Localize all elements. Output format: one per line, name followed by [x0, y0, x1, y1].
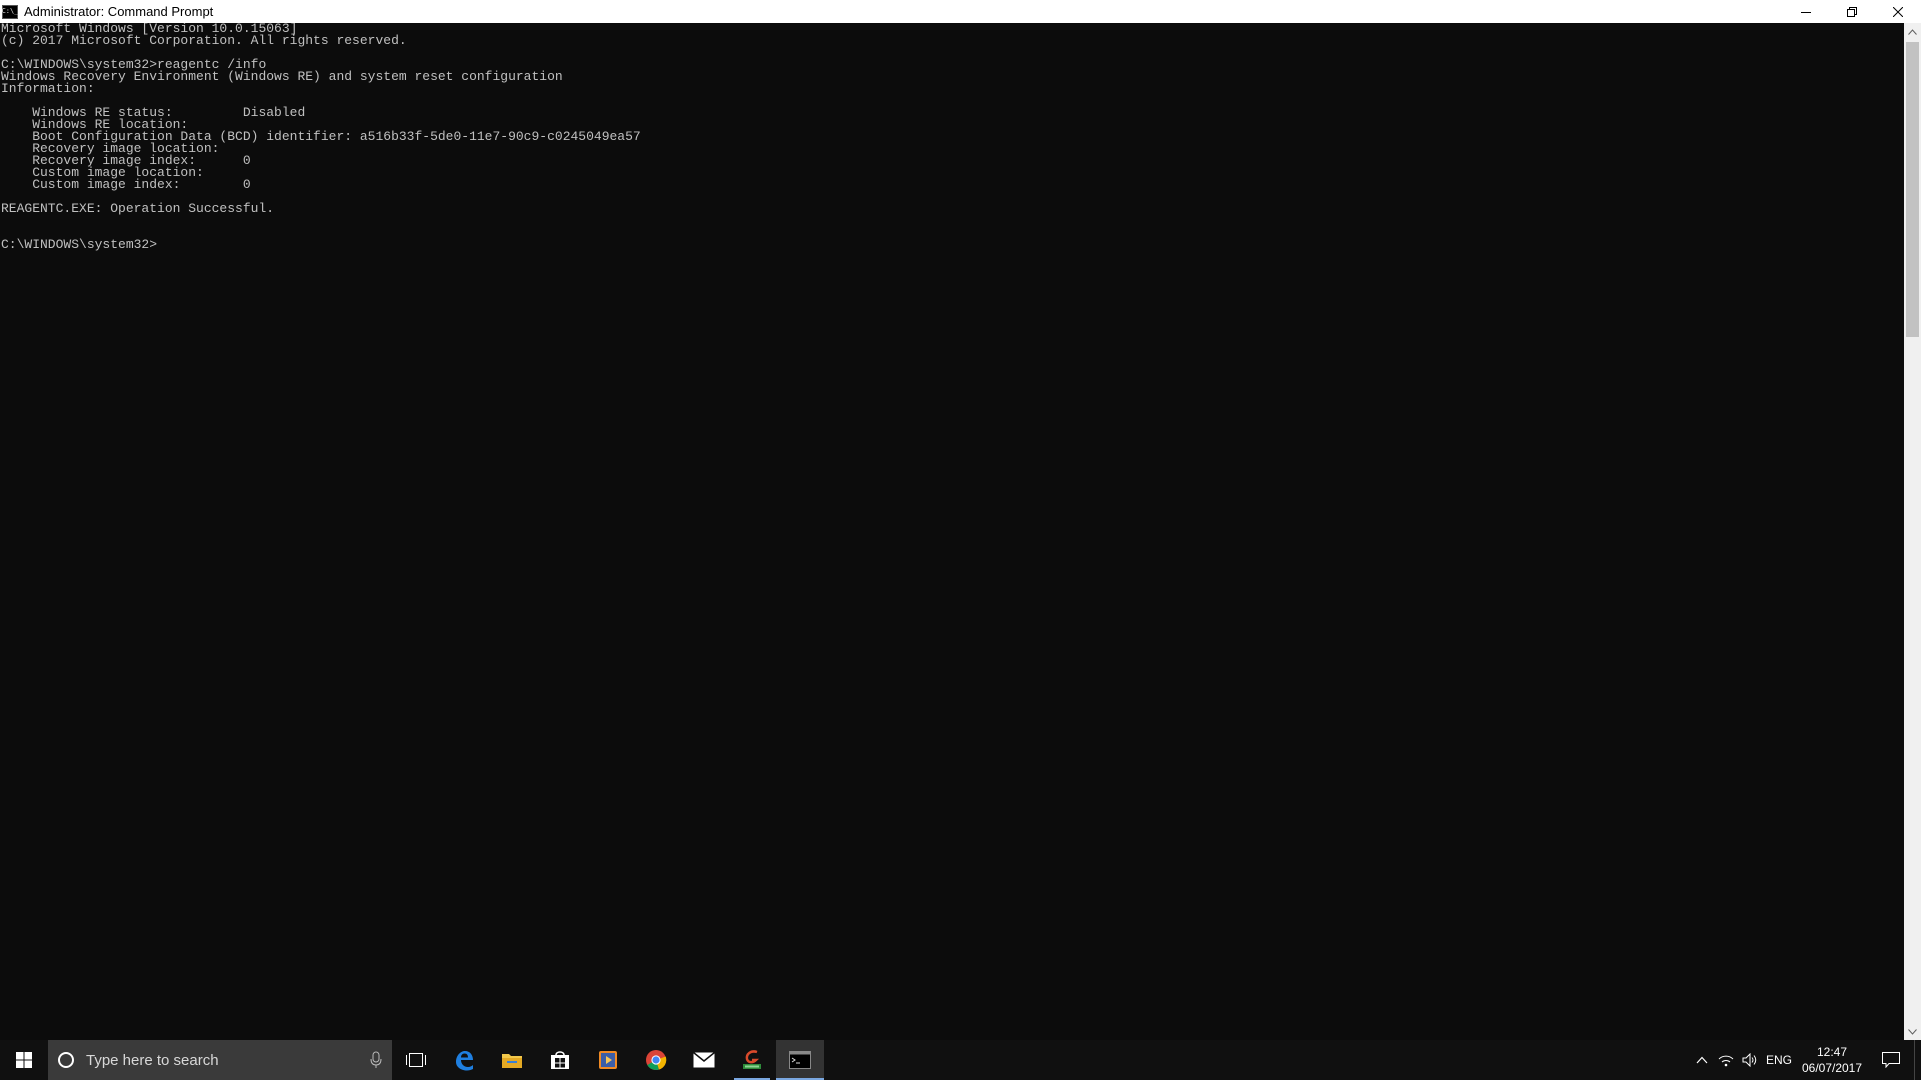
vertical-scrollbar[interactable]: [1904, 23, 1921, 1040]
windows-logo-icon: [16, 1052, 32, 1068]
chevron-up-icon: [1908, 28, 1917, 35]
command-prompt-button[interactable]: [776, 1040, 824, 1080]
clock-date: 06/07/2017: [1801, 1061, 1863, 1075]
console-line: Custom image index: 0: [1, 177, 251, 192]
folder-icon: [502, 1054, 522, 1068]
chrome-button[interactable]: [632, 1040, 680, 1080]
restore-icon: [1847, 6, 1857, 17]
console-line: C:\WINDOWS\system32>: [1, 237, 158, 252]
cortana-icon: [58, 1052, 74, 1068]
search-box[interactable]: Type here to search: [48, 1040, 392, 1080]
clock[interactable]: 12:47 06/07/2017: [1796, 1044, 1868, 1076]
close-icon: [1893, 6, 1903, 17]
scroll-up-button[interactable]: [1904, 23, 1921, 40]
media-player-button[interactable]: [584, 1040, 632, 1080]
console-line: (c) 2017 Microsoft Corporation. All righ…: [1, 33, 407, 48]
network-button[interactable]: [1714, 1040, 1738, 1080]
scroll-down-button[interactable]: [1904, 1023, 1921, 1040]
media-player-icon: [599, 1051, 617, 1069]
show-hidden-icons-button[interactable]: [1690, 1040, 1714, 1080]
wifi-icon: [1718, 1055, 1734, 1067]
store-icon: [551, 1051, 569, 1069]
command-prompt-icon[interactable]: C:\_: [1, 4, 19, 19]
title-bar[interactable]: C:\_ Administrator: Command Prompt: [0, 0, 1921, 23]
search-placeholder: Type here to search: [86, 1051, 219, 1069]
input-language[interactable]: ENG: [1762, 1053, 1796, 1067]
minimize-icon: [1801, 11, 1811, 13]
mail-button[interactable]: [680, 1040, 728, 1080]
scroll-thumb[interactable]: [1906, 42, 1919, 337]
show-desktop-button[interactable]: [1914, 1040, 1921, 1080]
microphone-icon[interactable]: [370, 1051, 382, 1069]
console-line: REAGENTC.EXE: Operation Successful.: [1, 201, 275, 216]
clock-time: 12:47: [1816, 1045, 1848, 1059]
task-view-icon: [406, 1053, 426, 1067]
restore-button[interactable]: [1829, 0, 1875, 23]
action-center-button[interactable]: [1868, 1040, 1914, 1080]
window-title: Administrator: Command Prompt: [24, 4, 214, 19]
task-view-button[interactable]: [392, 1040, 440, 1080]
console-area[interactable]: Microsoft Windows [Version 10.0.15063] (…: [0, 23, 1904, 1040]
console-line: Information:: [1, 81, 95, 96]
gpu-tool-icon: [743, 1050, 761, 1069]
gpu-tool-button[interactable]: [728, 1040, 776, 1080]
command-prompt-icon: [789, 1051, 811, 1069]
file-explorer-button[interactable]: [488, 1040, 536, 1080]
taskbar: Type here to search ENG 12:47 06/07/2017: [0, 1040, 1921, 1080]
store-button[interactable]: [536, 1040, 584, 1080]
console-output: Microsoft Windows [Version 10.0.15063] (…: [0, 23, 1904, 251]
system-tray: ENG 12:47 06/07/2017: [1690, 1040, 1921, 1080]
chrome-icon: [646, 1050, 667, 1070]
volume-button[interactable]: [1738, 1040, 1762, 1080]
minimize-button[interactable]: [1783, 0, 1829, 23]
start-button[interactable]: [0, 1040, 48, 1080]
edge-icon: [456, 1051, 473, 1071]
chevron-up-icon: [1696, 1056, 1708, 1064]
speaker-icon: [1742, 1053, 1757, 1067]
mail-icon: [693, 1052, 715, 1068]
chevron-down-icon: [1908, 1028, 1917, 1035]
close-button[interactable]: [1875, 0, 1921, 23]
edge-button[interactable]: [440, 1040, 488, 1080]
notification-icon: [1882, 1052, 1900, 1068]
app-icon-text: C:\_: [1, 7, 19, 15]
